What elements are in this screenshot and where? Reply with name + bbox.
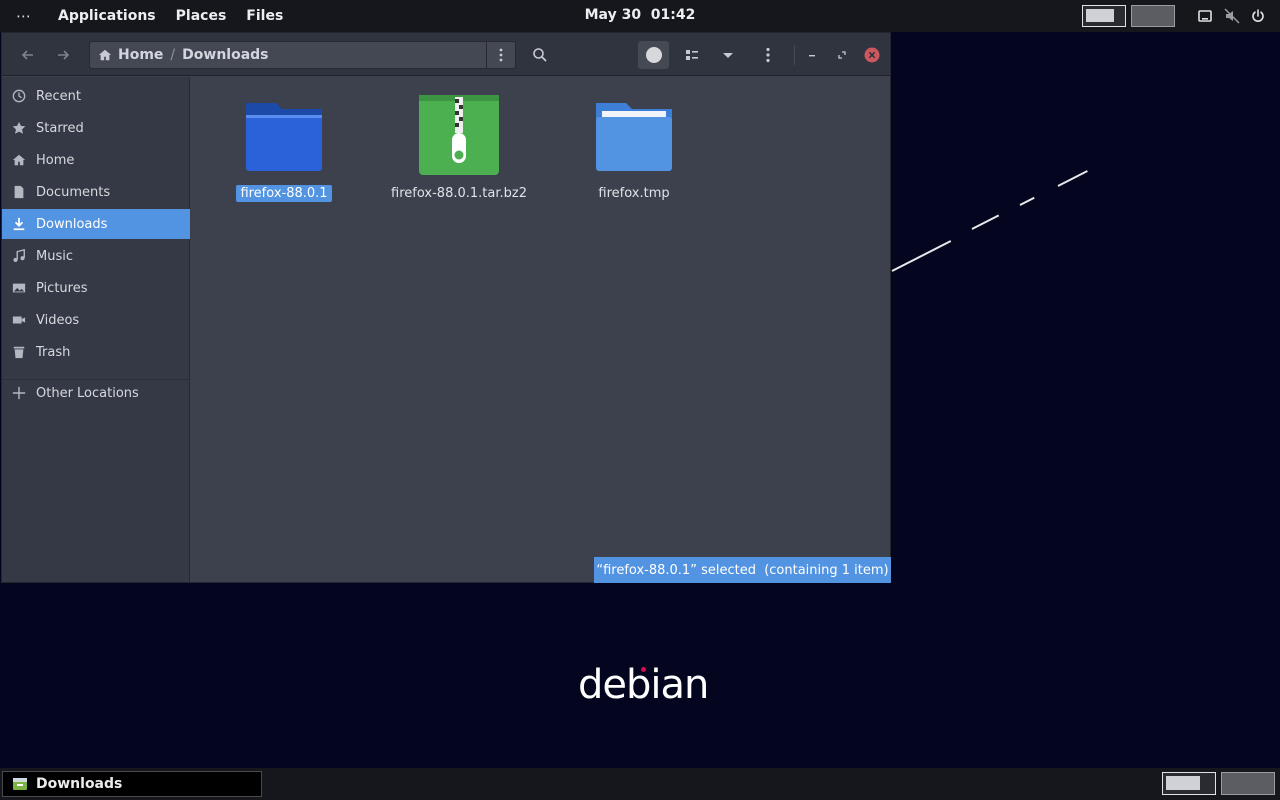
sidebar-item-label: Documents: [36, 184, 111, 200]
main-menu-button[interactable]: [754, 41, 782, 69]
files-app-menu[interactable]: Files: [236, 8, 293, 24]
places-sidebar: Recent Starred Home Documents Downloads …: [2, 77, 190, 582]
sidebar-item-downloads[interactable]: Downloads: [2, 209, 190, 239]
crumb-home-label: Home: [118, 47, 164, 63]
folder-icon: [246, 103, 322, 171]
list-view-icon: [686, 50, 698, 60]
sidebar-item-trash[interactable]: Trash: [2, 337, 190, 367]
minimize-button[interactable]: [800, 41, 824, 69]
network-icon[interactable]: [1197, 8, 1213, 24]
trash-icon: [11, 344, 27, 360]
crumb-downloads[interactable]: Downloads: [182, 47, 268, 63]
minimize-icon: [809, 55, 815, 57]
activities-button[interactable]: ⋯: [0, 7, 48, 25]
maximize-icon: [838, 51, 846, 59]
arrow-left-icon: [21, 50, 33, 60]
picture-icon: [11, 280, 27, 296]
places-menu[interactable]: Places: [166, 8, 237, 24]
header-bar: Home / Downloads: [2, 33, 890, 76]
file-manager-icon: [13, 778, 27, 790]
path-separator: /: [170, 47, 176, 63]
document-icon: [11, 184, 27, 200]
sidebar-item-label: Other Locations: [36, 385, 139, 401]
taskbar-item-downloads[interactable]: Downloads: [2, 771, 262, 797]
sidebar-item-label: Recent: [36, 88, 81, 104]
view-options-button[interactable]: [714, 41, 742, 69]
wallpaper-streak: [971, 214, 1000, 230]
music-icon: [11, 248, 27, 264]
sidebar-item-label: Videos: [36, 312, 80, 328]
taskbar-item-label: Downloads: [36, 776, 123, 792]
clock-icon: [11, 88, 27, 104]
crumb-downloads-label: Downloads: [182, 47, 269, 63]
sidebar-item-label: Music: [36, 248, 73, 264]
close-icon: [864, 47, 880, 63]
file-item-firefox-tmp[interactable]: firefox.tmp: [559, 95, 709, 202]
wallpaper-streak: [1019, 196, 1035, 206]
view-toggle-button[interactable]: [678, 41, 706, 69]
close-button[interactable]: [860, 41, 884, 69]
sidebar-item-videos[interactable]: Videos: [2, 305, 190, 335]
workspace-1[interactable]: [1082, 5, 1126, 27]
path-menu-button[interactable]: [486, 42, 515, 68]
video-icon: [11, 312, 27, 328]
sidebar-item-documents[interactable]: Documents: [2, 177, 190, 207]
maximize-button[interactable]: [830, 41, 854, 69]
sidebar-item-label: Pictures: [36, 280, 88, 296]
download-icon: [11, 216, 27, 232]
search-icon: [533, 48, 547, 62]
progress-circle-icon: [645, 47, 662, 63]
sidebar-item-label: Starred: [36, 120, 84, 136]
sidebar-item-home[interactable]: Home: [2, 145, 190, 175]
sidebar-item-music[interactable]: Music: [2, 241, 190, 271]
wallpaper-streak: [1057, 170, 1088, 187]
file-name: firefox-88.0.1.tar.bz2: [391, 186, 527, 201]
header-divider: [794, 45, 795, 65]
sidebar-item-label: Downloads: [36, 216, 108, 232]
applications-menu[interactable]: Applications: [48, 8, 166, 24]
sidebar-item-recent[interactable]: Recent: [2, 81, 190, 111]
file-item-firefox-folder[interactable]: firefox-88.0.1: [209, 95, 359, 202]
plus-icon: [11, 385, 27, 401]
kebab-icon: [766, 47, 770, 63]
kebab-icon: [499, 48, 503, 62]
sidebar-item-starred[interactable]: Starred: [2, 113, 190, 143]
workspace-switcher-1[interactable]: [1162, 772, 1216, 795]
path-bar: Home / Downloads: [89, 41, 516, 69]
arrow-right-icon: [58, 50, 70, 60]
sidebar-item-other-locations[interactable]: Other Locations: [2, 378, 190, 408]
wallpaper-streak: [891, 240, 952, 272]
power-icon[interactable]: [1250, 8, 1266, 24]
crumb-home[interactable]: Home: [98, 47, 163, 63]
top-panel: ⋯ Applications Places Files May 30 01:42: [0, 0, 1280, 32]
workspace-2[interactable]: [1131, 5, 1175, 27]
sidebar-item-label: Home: [36, 152, 75, 168]
sidebar-item-label: Trash: [36, 344, 71, 360]
sidebar-item-pictures[interactable]: Pictures: [2, 273, 190, 303]
volume-muted-icon[interactable]: [1224, 8, 1240, 24]
clock[interactable]: May 30 01:42: [585, 7, 696, 23]
operations-button[interactable]: [638, 41, 669, 69]
file-manager-window: Home / Downloads Recent Starred Home Doc…: [1, 32, 891, 583]
back-button[interactable]: [14, 41, 42, 69]
chevron-down-icon: [723, 53, 733, 58]
folder-icon: [596, 103, 672, 171]
bottom-panel: Downloads: [0, 768, 1280, 800]
archive-icon: [419, 95, 499, 175]
forward-button[interactable]: [49, 41, 77, 69]
search-button[interactable]: [526, 41, 554, 69]
file-name: firefox-88.0.1: [236, 185, 332, 202]
home-icon: [11, 152, 27, 168]
status-bar: “firefox-88.0.1” selected (containing 1 …: [594, 557, 891, 583]
star-icon: [11, 120, 27, 136]
file-name: firefox.tmp: [598, 186, 670, 201]
workspace-switcher-2[interactable]: [1221, 772, 1275, 795]
file-item-firefox-archive[interactable]: firefox-88.0.1.tar.bz2: [384, 95, 534, 202]
file-view[interactable]: firefox-88.0.1 firefox-88.0.1.tar.bz2 fi…: [191, 77, 890, 582]
debian-logo-dot: [641, 667, 646, 672]
home-icon: [98, 49, 112, 61]
